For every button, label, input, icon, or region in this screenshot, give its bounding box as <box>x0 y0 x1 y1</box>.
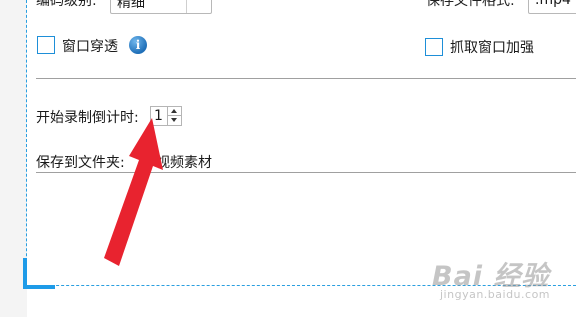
countdown-spinbox[interactable]: 1 <box>150 106 182 126</box>
save-folder-value[interactable]: 视频素材 <box>156 152 212 172</box>
select-separator <box>186 0 187 13</box>
encoding-level-label: 编码级别: <box>36 0 97 9</box>
section-divider <box>36 78 576 79</box>
window-through-label: 窗口穿透 <box>62 39 118 55</box>
capture-enhance-checkbox[interactable] <box>425 38 443 56</box>
save-format-value: .mp4 <box>535 0 571 8</box>
countdown-label: 开始录制倒计时: <box>36 110 139 126</box>
baidu-jingyan-watermark: Bai 经验 jingyan.baidu.com <box>432 254 574 308</box>
capture-enhance-label: 抓取窗口加强 <box>450 40 534 56</box>
save-folder-label: 保存到文件夹: <box>36 155 125 171</box>
capture-region-corner-handle-h[interactable] <box>23 285 55 289</box>
window-through-checkbox[interactable] <box>37 36 55 54</box>
save-format-label: 保存文件格式: <box>426 0 515 9</box>
watermark-url-text: jingyan.baidu.com <box>440 288 551 301</box>
info-icon[interactable]: i <box>129 36 147 54</box>
spin-up-icon[interactable] <box>168 107 181 116</box>
encoding-level-select[interactable]: 精细 <box>110 0 212 14</box>
spin-buttons <box>167 107 181 125</box>
save-folder-underline <box>36 172 576 173</box>
spin-down-icon[interactable] <box>168 116 181 125</box>
encoding-level-value: 精细 <box>117 0 145 11</box>
capture-region-left-border <box>26 0 27 286</box>
save-format-select[interactable]: .mp4 <box>528 0 576 14</box>
countdown-value: 1 <box>154 108 163 124</box>
